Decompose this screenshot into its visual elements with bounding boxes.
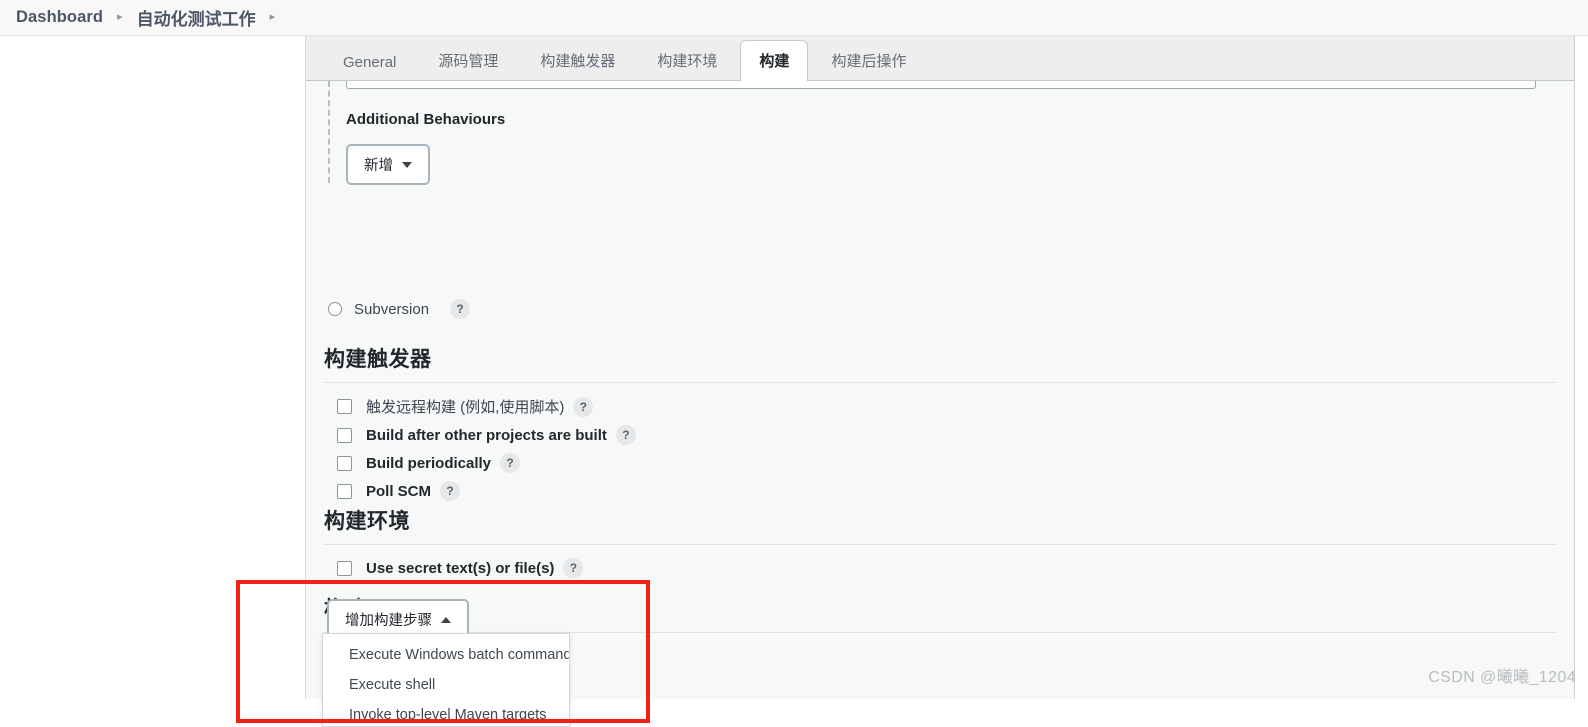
- section-build-environment-title: 构建环境: [324, 510, 410, 533]
- job-config-panel: General 源码管理 构建触发器 构建环境 构建 构建后操作 Additio…: [305, 36, 1575, 699]
- breadcrumb-separator-icon-2: ▸: [269, 11, 276, 23]
- breadcrumb-item-job[interactable]: 自动化测试工作: [137, 5, 256, 30]
- build-triggers-list: 触发远程构建 (例如,使用脚本) ? Build after other pro…: [324, 396, 1556, 501]
- section-build-triggers: 构建触发器 触发远程构建 (例如,使用脚本) ? Build after oth…: [324, 343, 1556, 509]
- section-build-triggers-title: 构建触发器: [324, 348, 432, 371]
- radio-icon[interactable]: [328, 302, 342, 316]
- checkbox-row-build-periodically[interactable]: Build periodically ?: [337, 453, 1556, 473]
- page-body: General 源码管理 构建触发器 构建环境 构建 构建后操作 Additio…: [0, 36, 1588, 727]
- checkbox-icon[interactable]: [337, 399, 352, 414]
- add-build-step-menu: Execute Windows batch command Execute sh…: [322, 633, 570, 727]
- checkbox-label: Use secret text(s) or file(s): [366, 559, 555, 577]
- help-icon[interactable]: ?: [615, 425, 636, 445]
- help-icon[interactable]: ?: [563, 558, 584, 578]
- scm-option-subversion-label: Subversion: [354, 300, 430, 318]
- help-icon[interactable]: ?: [440, 481, 461, 501]
- nested-block-guide: [328, 81, 330, 183]
- add-behaviour-label: 新增: [364, 158, 393, 174]
- tab-source-code-management[interactable]: 源码管理: [419, 40, 517, 81]
- breadcrumb-separator-icon: ▸: [117, 11, 123, 23]
- help-icon[interactable]: ?: [450, 299, 471, 319]
- right-gutter: [1576, 36, 1588, 699]
- tab-post-build-actions[interactable]: 构建后操作: [812, 40, 925, 81]
- checkbox-row-use-secret-text-or-file[interactable]: Use secret text(s) or file(s) ?: [337, 558, 1556, 578]
- tab-build-triggers[interactable]: 构建触发器: [521, 40, 634, 81]
- checkbox-label: 触发远程构建 (例如,使用脚本): [366, 399, 565, 416]
- checkbox-row-poll-scm[interactable]: Poll SCM ?: [337, 481, 1556, 501]
- scm-option-subversion[interactable]: Subversion ?: [328, 299, 471, 319]
- help-icon[interactable]: ?: [573, 396, 594, 417]
- tab-build[interactable]: 构建: [740, 40, 809, 81]
- checkbox-label: Build after other projects are built: [366, 426, 607, 444]
- tab-general[interactable]: General: [324, 44, 415, 81]
- checkbox-row-build-after-other-projects[interactable]: Build after other projects are built ?: [337, 425, 1556, 445]
- divider: [324, 544, 1556, 545]
- add-behaviour-button[interactable]: 新增: [346, 144, 430, 185]
- section-build: 构建: [324, 593, 1556, 633]
- checkbox-icon[interactable]: [337, 427, 352, 443]
- breadcrumb: Dashboard ▸ 自动化测试工作 ▸: [0, 0, 1588, 36]
- menu-item-execute-shell[interactable]: Execute shell: [323, 670, 569, 700]
- checkbox-icon[interactable]: [337, 483, 352, 499]
- help-icon[interactable]: ?: [500, 453, 521, 473]
- build-environment-list: Use secret text(s) or file(s) ?: [324, 558, 1556, 578]
- checkbox-row-trigger-remote[interactable]: 触发远程构建 (例如,使用脚本) ?: [337, 396, 1556, 417]
- tab-build-environment[interactable]: 构建环境: [638, 40, 736, 81]
- section-build-title: 构建: [324, 593, 1556, 623]
- checkbox-label: Build periodically: [366, 454, 492, 472]
- section-build-environment: 构建环境 Use secret text(s) or file(s) ?: [324, 505, 1556, 586]
- menu-item-execute-windows-batch-command[interactable]: Execute Windows batch command: [323, 640, 569, 670]
- checkbox-label: Poll SCM: [366, 482, 432, 500]
- additional-behaviours-block: Additional Behaviours 新增: [346, 111, 746, 185]
- breadcrumb-item-dashboard[interactable]: Dashboard: [16, 8, 103, 27]
- chevron-down-icon: [402, 161, 412, 168]
- scm-text-input-clipped[interactable]: [346, 81, 1536, 89]
- add-build-step-label: 增加构建步骤: [345, 613, 432, 629]
- watermark: CSDN @曦曦_1204: [1428, 669, 1576, 686]
- checkbox-icon[interactable]: [337, 560, 352, 576]
- config-content: Additional Behaviours 新增 Subversion ? 构建…: [306, 81, 1574, 699]
- checkbox-icon[interactable]: [337, 455, 352, 471]
- config-tab-strip: General 源码管理 构建触发器 构建环境 构建 构建后操作: [306, 36, 1574, 81]
- chevron-up-icon: [441, 616, 451, 623]
- menu-item-invoke-top-level-maven-targets[interactable]: Invoke top-level Maven targets: [323, 700, 569, 726]
- additional-behaviours-title: Additional Behaviours: [346, 111, 506, 128]
- divider: [324, 382, 1556, 383]
